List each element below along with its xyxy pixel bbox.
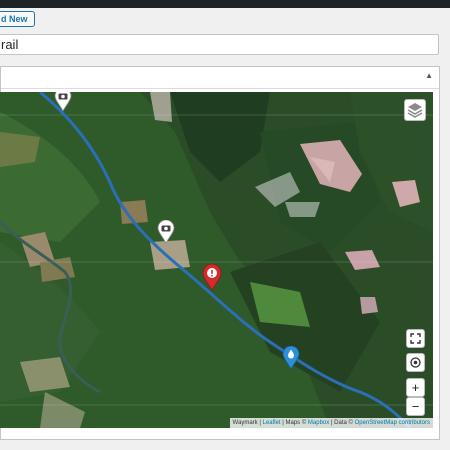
satellite-imagery [0, 92, 433, 428]
attribution-maps: | Maps © [282, 420, 307, 426]
triangle-up-icon[interactable]: ▲ [425, 71, 433, 80]
exclamation-icon [202, 263, 222, 291]
camera-icon [157, 219, 175, 244]
admin-top-bar [0, 0, 450, 8]
title-input[interactable]: rail [0, 34, 439, 55]
water-marker[interactable] [282, 345, 300, 375]
add-new-button[interactable]: d New [0, 11, 35, 27]
meta-box-header: ▲ [1, 67, 439, 89]
layers-icon [407, 103, 423, 118]
locate-icon [410, 357, 421, 368]
layers-control[interactable] [404, 99, 426, 121]
photo-marker[interactable] [54, 92, 72, 117]
water-drop-icon [282, 345, 300, 370]
camera-icon [54, 92, 72, 112]
locate-control[interactable] [406, 353, 425, 372]
zoom-in-button[interactable]: + [406, 378, 425, 397]
fullscreen-control[interactable] [406, 329, 425, 348]
fullscreen-icon [410, 333, 421, 344]
zoom-out-button[interactable]: − [406, 397, 425, 416]
attribution-waymark: Waymark | [232, 420, 261, 426]
map-attribution: Waymark | Leaflet | Maps © Mapbox | Data… [229, 418, 433, 428]
mapbox-link[interactable]: Mapbox [308, 420, 329, 426]
attribution-data: | Data © [330, 420, 353, 426]
map-view[interactable]: + − Waymark | Leaflet | Maps © Mapbox | … [0, 92, 433, 428]
alert-marker[interactable] [202, 263, 222, 296]
leaflet-link[interactable]: Leaflet [263, 420, 281, 426]
osm-link[interactable]: OpenStreetMap contributors [355, 420, 430, 426]
photo-marker[interactable] [157, 219, 175, 249]
